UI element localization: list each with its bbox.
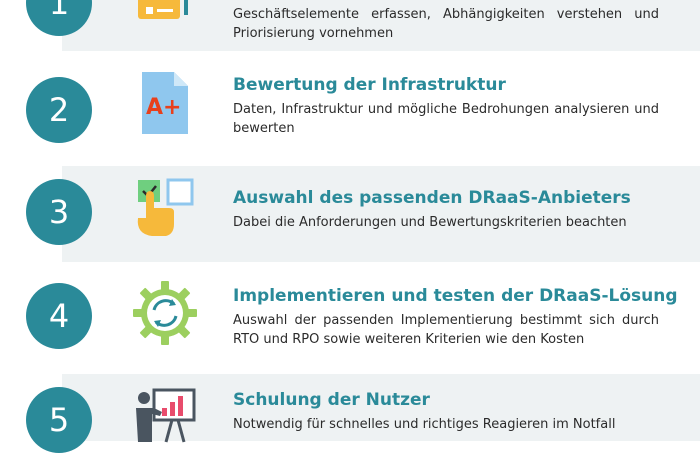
step-number-circle: 4 [26,283,92,349]
step-title: Schulung der Nutzer [233,390,430,410]
grade-text: A+ [146,95,181,120]
checkbox-select-hand-icon [132,176,198,242]
step-1: 1 Geschäftselemente erfassen, Abhängigke… [0,0,700,51]
step-description: Geschäftselemente erfassen, Abhängigkeit… [233,7,659,41]
step-title: Auswahl des passenden DRaaS-Anbieters [233,188,631,208]
step-4: 4 Implementieren und testen der DRaaS-Lö… [0,270,700,366]
step-description: Daten, Infrastruktur und mögliche Bedroh… [233,102,659,136]
step-description: Auswahl der passenden Implementierung be… [233,313,659,347]
step-number-circle: 2 [26,77,92,143]
step-number-circle: 3 [26,179,92,245]
document-grade-icon: A+ [132,70,198,136]
step-description: Dabei die Anforderungen und Bewertungskr… [233,215,627,230]
step-title: Implementieren und testen der DRaaS-Lösu… [233,286,678,306]
step-3: 3 Auswahl des passenden DRaaS-Anbieters … [0,166,700,262]
gear-refresh-icon [132,280,198,346]
step-2: 2 A+ Bewertung der Infrastruktur Daten, … [0,62,700,158]
step-description: Notwendig für schnelles und richtiges Re… [233,417,616,432]
presentation-icon [132,386,198,452]
step-5: 5 Schulung der Nutzer Notwendig für schn… [0,374,700,453]
checklist-icon [132,0,198,33]
step-title: Bewertung der Infrastruktur [233,75,506,95]
step-number-circle: 5 [26,387,92,453]
